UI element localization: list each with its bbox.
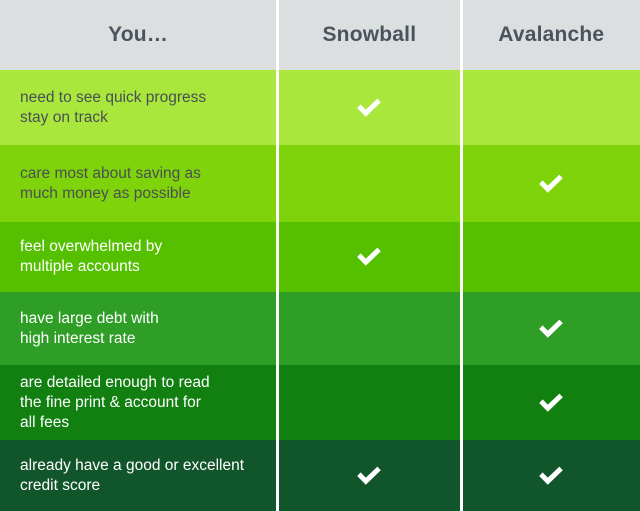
snowball-cell: [279, 70, 459, 145]
column-header-avalanche: Avalanche: [462, 0, 640, 70]
avalanche-cell: [463, 145, 640, 222]
check-mark-icon: [354, 461, 384, 491]
column-header-criteria-label: You…: [108, 23, 169, 46]
column-header-snowball: Snowball: [279, 0, 460, 70]
snowball-cell: [279, 440, 459, 511]
criteria-cell: care most about saving as much money as p…: [0, 145, 276, 222]
criteria-cell: already have a good or excellent credit s…: [0, 440, 276, 511]
column-header-avalanche-label: Avalanche: [498, 23, 605, 46]
check-mark-icon: [536, 169, 566, 199]
avalanche-cell: [463, 70, 640, 145]
column-header-criteria: You…: [0, 0, 277, 70]
snowball-cell: [279, 292, 459, 365]
criteria-text: feel overwhelmed by multiple accounts: [20, 238, 163, 275]
table-row: need to see quick progress stay on track: [0, 70, 640, 145]
snowball-cell: [279, 365, 459, 440]
table-row: already have a good or excellent credit s…: [0, 440, 640, 511]
snowball-cell: [279, 222, 459, 292]
criteria-cell: have large debt with high interest rate: [0, 292, 276, 365]
criteria-text: are detailed enough to read the fine prin…: [20, 373, 210, 431]
column-header-snowball-label: Snowball: [322, 23, 417, 46]
table-header-row: You… Snowball Avalanche: [0, 0, 640, 70]
table-row: feel overwhelmed by multiple accounts: [0, 222, 640, 292]
snowball-cell: [279, 145, 459, 222]
table-row: care most about saving as much money as p…: [0, 145, 640, 222]
criteria-cell: feel overwhelmed by multiple accounts: [0, 222, 276, 292]
check-mark-icon: [354, 93, 384, 123]
table-row: have large debt with high interest rate: [0, 292, 640, 365]
criteria-text: have large debt with high interest rate: [20, 309, 159, 347]
debt-payoff-comparison-table: You… Snowball Avalanche need to see quic…: [0, 0, 640, 511]
avalanche-cell: [463, 365, 640, 440]
table-row: are detailed enough to read the fine prin…: [0, 365, 640, 440]
avalanche-cell: [463, 222, 640, 292]
criteria-text: need to see quick progress stay on track: [20, 88, 207, 126]
avalanche-cell: [463, 440, 640, 511]
criteria-text: already have a good or excellent credit s…: [20, 456, 245, 494]
criteria-text: care most about saving as much money as p…: [20, 164, 201, 202]
check-mark-icon: [536, 461, 566, 491]
criteria-cell: are detailed enough to read the fine prin…: [0, 365, 276, 440]
check-mark-icon: [536, 388, 566, 418]
table-body: need to see quick progress stay on track c…: [0, 70, 640, 511]
avalanche-cell: [463, 292, 640, 365]
check-mark-icon: [354, 242, 384, 272]
check-mark-icon: [536, 314, 566, 344]
criteria-cell: need to see quick progress stay on track: [0, 70, 276, 145]
